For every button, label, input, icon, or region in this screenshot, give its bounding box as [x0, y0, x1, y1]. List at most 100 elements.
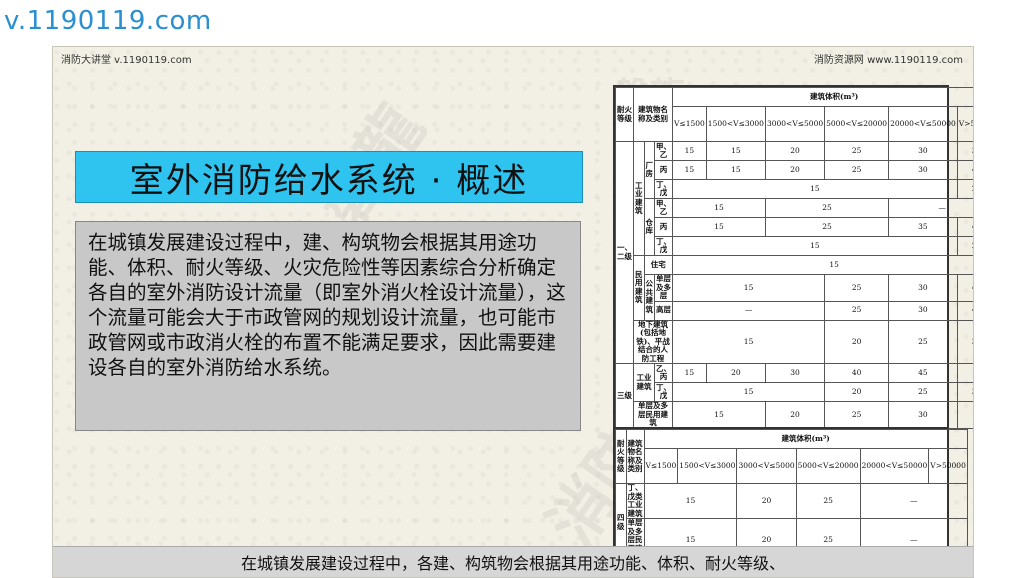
table-cell: 15	[672, 236, 958, 256]
table-cell: 15	[672, 179, 958, 199]
class-label: 丙	[654, 217, 673, 237]
table-cell: 15	[672, 160, 707, 180]
vol-col-header: 5000<V≤20000	[824, 106, 890, 142]
table-cell: 35	[888, 217, 958, 237]
category-label: 工业建筑	[633, 141, 645, 256]
vol-col-header: V>50000	[956, 106, 973, 142]
table-cell: 35	[956, 141, 973, 161]
header-building-volume: 建筑体积(m³)	[671, 87, 973, 107]
table-cell: 30	[888, 274, 958, 302]
class-label: 甲、乙	[654, 141, 673, 161]
fire-flow-table: 耐火等级 建筑物名称及类别 建筑体积(m³) V≤1500 1500<V≤300…	[615, 429, 968, 563]
class-label: 丁、戊	[654, 382, 673, 402]
class-label: 高层	[654, 300, 673, 321]
table-cell: 20	[705, 363, 766, 383]
flow-table-grades-1-3: 耐火等级 建筑物名称及类别 建筑体积(m³) V≤1500 1500<V≤300…	[613, 85, 973, 431]
site-url: v.1190119.com	[4, 6, 212, 36]
subcategory-label: 厂房	[643, 141, 655, 199]
table-cell: 25	[824, 141, 890, 161]
caption-bar: 在城镇发展建设过程中，各建、构筑物会根据其用途功能、体积、耐火等级、	[53, 546, 973, 577]
table-cell: 30	[888, 141, 958, 161]
table-cell: 25	[824, 274, 890, 302]
table-cell: —	[859, 483, 968, 519]
table-cell: 15	[671, 255, 973, 275]
vol-col-header: V>50000	[928, 448, 968, 484]
table-cell: 15	[672, 217, 766, 237]
grade-label: 一、二级	[615, 141, 634, 364]
class-label: 乙、丙	[654, 363, 673, 383]
table-cell: 15	[671, 319, 826, 364]
table-cell: 25	[824, 160, 890, 180]
table-cell: 20	[824, 319, 890, 364]
table-cell: —	[956, 363, 973, 383]
table-cell: 25	[888, 382, 958, 402]
subcategory-label: 公共建筑	[643, 274, 655, 321]
vol-col-header: 3000<V≤5000	[764, 106, 826, 142]
table-cell: 20	[764, 141, 826, 161]
vol-col-header: 1500<V≤3000	[705, 106, 766, 142]
caption-text: 在城镇发展建设过程中，各建、构筑物会根据其用途功能、体积、耐火等级、	[240, 554, 785, 573]
table-cell: 20	[736, 483, 797, 519]
table-cell: 20	[764, 160, 826, 180]
slide-title: 室外消防给水系统 · 概述	[129, 160, 529, 201]
table-cell: 40	[956, 274, 973, 302]
class-label: 住宅	[643, 255, 673, 275]
table-cell: 30	[888, 401, 958, 429]
table-cell: 25	[764, 198, 890, 218]
class-label: 甲、乙	[654, 198, 673, 218]
header-right-text: 消防资源网 www.1190119.com	[813, 55, 963, 66]
category-label: 民用建筑	[633, 255, 645, 321]
class-label: 丙	[654, 160, 673, 180]
flow-table-grade-4: 耐火等级 建筑物名称及类别 建筑体积(m³) V≤1500 1500<V≤300…	[613, 427, 968, 565]
category-label: 工业建筑	[633, 363, 655, 402]
header-fire-grade: 耐火等级	[615, 87, 634, 142]
vol-col-header: 20000<V≤50000	[859, 448, 930, 484]
class-label: 单层及多层民用建筑	[633, 401, 673, 429]
table-cell: 15	[671, 274, 826, 302]
table-cell: 25	[824, 300, 890, 321]
class-label: 地下建筑(包括地铁)、平战结合的人防工程	[633, 319, 673, 364]
table-cell: 15	[671, 382, 826, 402]
table-cell: 30	[888, 300, 958, 321]
header-building-volume: 建筑体积(m³)	[643, 429, 968, 449]
class-label: 单层及多层	[654, 274, 673, 302]
table-cell: 30	[764, 363, 826, 383]
slide: 消防大讲堂 v.1190119.com 消防资源网 www.1190119.co…	[52, 46, 974, 578]
table-cell: 45	[888, 363, 958, 383]
vol-col-header: V≤1500	[643, 448, 679, 484]
table-cell: 40	[956, 300, 973, 321]
slide-body-box: 在城镇发展建设过程中，建、构筑物会根据其用途功能、体积、耐火等级、火灾危险性等因…	[75, 221, 581, 431]
table-cell: 15	[672, 363, 707, 383]
table-cell: 20	[824, 382, 890, 402]
header-building-name: 建筑物名称及类别	[625, 429, 645, 484]
vol-col-header: 5000<V≤20000	[795, 448, 861, 484]
table-cell: 25	[795, 483, 861, 519]
table-cell: 40	[956, 160, 973, 180]
table-cell: 15	[672, 141, 707, 161]
class-label: 丁、戊	[654, 236, 673, 256]
table-cell: —	[671, 300, 826, 321]
table-cell: 40	[824, 363, 890, 383]
slide-title-box: 室外消防给水系统 · 概述	[75, 151, 583, 203]
table-cell: 20	[956, 179, 973, 199]
table-cell: 25	[764, 217, 890, 237]
table-cell: —	[888, 198, 973, 218]
class-label: 丁、戊类工业建筑	[625, 483, 645, 519]
header-fire-grade: 耐火等级	[615, 429, 627, 484]
class-label: 丁、戊	[654, 179, 673, 199]
table-cell: 15	[705, 141, 766, 161]
vol-col-header: 20000<V≤50000	[888, 106, 958, 142]
table-cell: 45	[956, 217, 973, 237]
header-building-name: 建筑物名称及类别	[633, 87, 673, 142]
vol-col-header: 3000<V≤5000	[736, 448, 797, 484]
subcategory-label: 仓库	[643, 198, 655, 256]
table-cell: 25	[824, 401, 890, 429]
vol-col-header: 1500<V≤3000	[677, 448, 738, 484]
table-cell: 20	[764, 401, 826, 429]
table-cell: 20	[956, 236, 973, 256]
table-cell: 15	[672, 198, 766, 218]
table-cell: —	[956, 401, 973, 429]
table-cell: 35	[956, 382, 973, 402]
vol-col-header: V≤1500	[672, 106, 707, 142]
table-cell: 15	[672, 401, 766, 429]
